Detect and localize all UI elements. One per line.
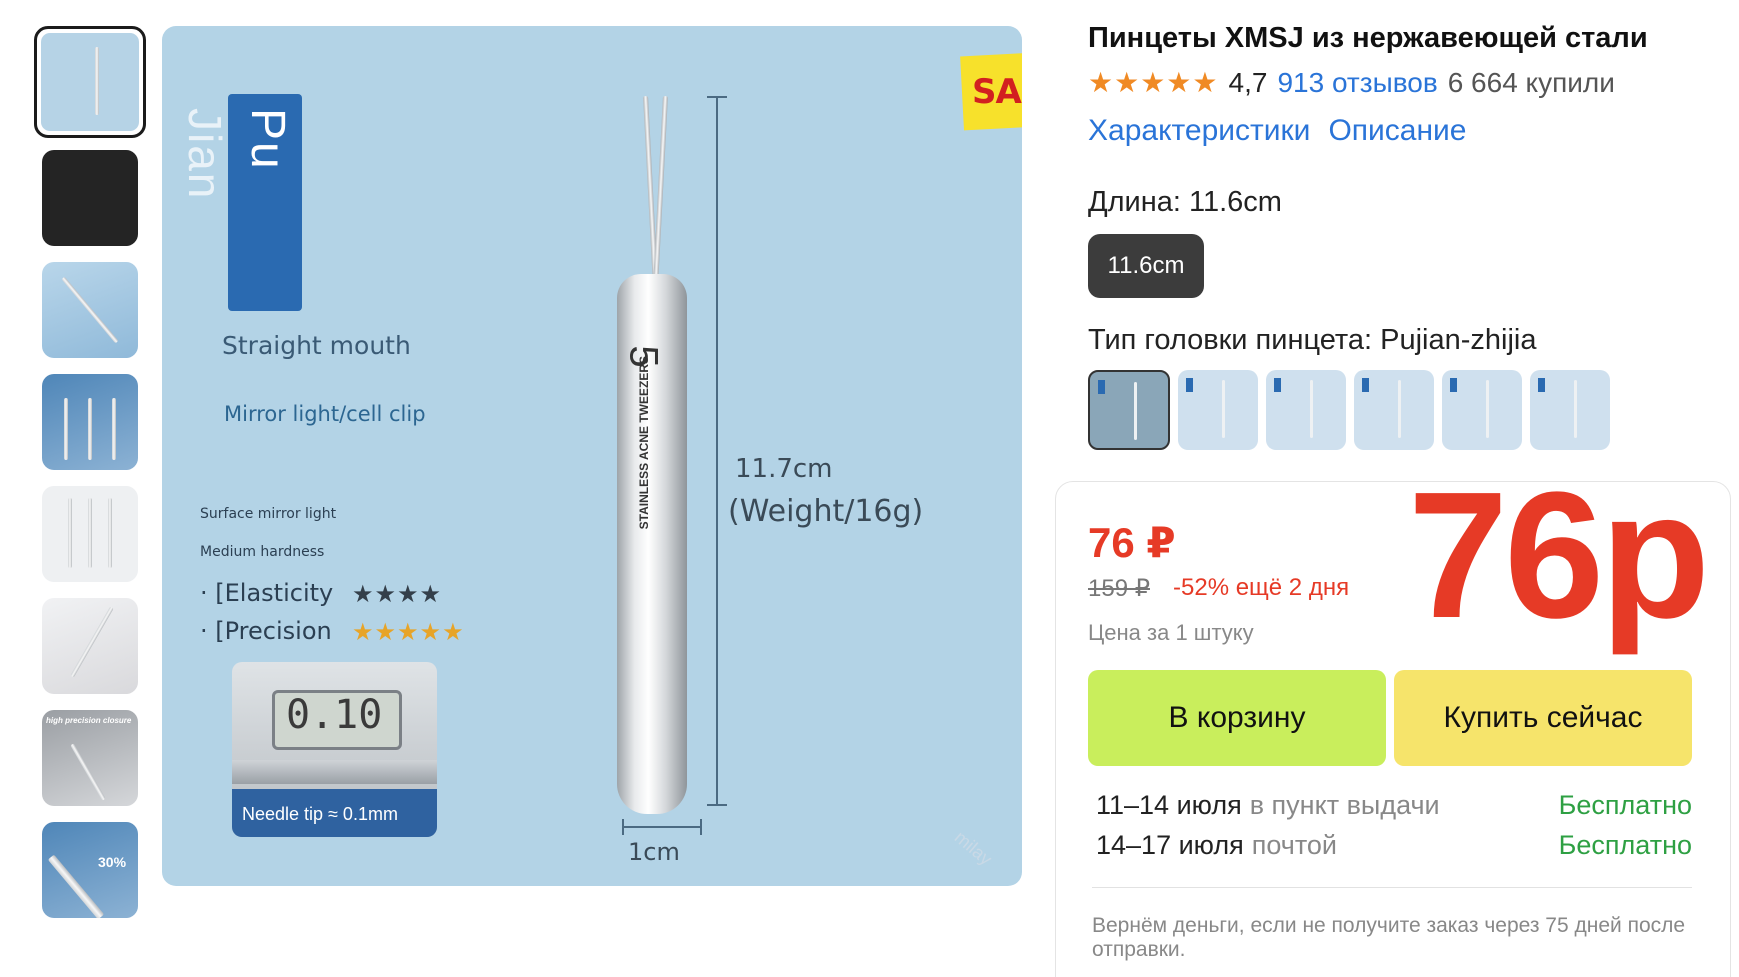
length-dimension: 11.7cm	[735, 454, 833, 484]
length-label: Длина: 11.6cm	[1088, 186, 1282, 218]
price-card: 76 ₽ 159 ₽ -52% ещё 2 дня Цена за 1 штук…	[1055, 466, 1731, 977]
needle-tip-caption: Needle tip ≈ 0.1mm	[242, 804, 398, 824]
thumbnail-caption: 30%	[98, 854, 127, 870]
variant-option[interactable]	[1088, 370, 1170, 450]
tweezer-engraving: STAINLESS ACNE TWEEZERS	[637, 356, 651, 530]
thumbnail-list: high precision closure 30%	[34, 26, 146, 934]
width-cap	[700, 819, 702, 835]
thumbnail-image	[41, 33, 139, 131]
brand-text-secondary: Jian	[179, 108, 231, 201]
thumbnail-image	[42, 150, 138, 246]
reviews-link[interactable]: 913 отзывов	[1277, 67, 1437, 99]
refund-note: Вернём деньги, если не получите заказ че…	[1092, 914, 1686, 962]
feature-text: Mirror light/cell clip	[224, 402, 426, 426]
divider	[1092, 887, 1692, 888]
width-line	[622, 826, 702, 828]
elasticity-stars: ★★★★	[352, 581, 443, 608]
discount-label: -52% ещё 2 дня	[1173, 574, 1350, 601]
tab-description[interactable]: Описание	[1328, 114, 1466, 148]
current-price: 76 ₽	[1088, 519, 1176, 566]
thumbnail-4[interactable]	[42, 374, 138, 470]
product-page: high precision closure 30% Pu Jian Strai…	[0, 0, 1739, 977]
feature-text: Surface mirror light	[200, 506, 337, 522]
thumbnail-image	[42, 598, 138, 694]
variant-option[interactable]	[1354, 370, 1434, 450]
feature-text: Medium hardness	[200, 544, 325, 560]
big-price-overlay: 76р	[1408, 455, 1710, 656]
thumbnail-image	[42, 374, 138, 470]
tweezer-tip	[653, 95, 668, 287]
variant-option[interactable]	[1530, 370, 1610, 450]
variant-option[interactable]	[1266, 370, 1346, 450]
caliper-reading: 0.10	[286, 692, 383, 738]
length-option[interactable]: 11.6cm	[1088, 234, 1204, 298]
product-tabs: Характеристики Описание	[1088, 114, 1466, 148]
dimension-cap	[707, 804, 727, 806]
caliper-bar	[232, 760, 437, 784]
watermark: milay	[950, 826, 996, 870]
main-product-image[interactable]: Pu Jian Straight mouth Mirror light/cell…	[162, 26, 1022, 886]
thumbnail-6[interactable]	[42, 598, 138, 694]
thumbnail-5[interactable]	[42, 486, 138, 582]
add-to-cart-button[interactable]: В корзину	[1088, 670, 1386, 766]
old-price: 159 ₽	[1088, 575, 1150, 602]
thumbnail-8[interactable]: 30%	[42, 822, 138, 918]
rating-row: ★★★★★ 4,7 913 отзывов 6 664 купили	[1088, 66, 1615, 99]
delivery-method: в пункт выдачи	[1249, 790, 1440, 820]
thumbnail-7[interactable]: high precision closure	[42, 710, 138, 806]
rating-stars-icon: ★★★★★	[1088, 67, 1219, 98]
buy-now-button[interactable]: Купить сейчас	[1394, 670, 1692, 766]
weight-label: (Weight/16g)	[728, 494, 924, 529]
tab-characteristics[interactable]: Характеристики	[1088, 114, 1310, 148]
delivery-method: почтой	[1251, 830, 1337, 860]
variant-option[interactable]	[1178, 370, 1258, 450]
delivery-date: 14–17 июля	[1096, 830, 1244, 860]
feature-text: Straight mouth	[222, 331, 411, 360]
head-type-label: Тип головки пинцета: Pujian-zhijia	[1088, 324, 1537, 356]
delivery-date: 11–14 июля	[1096, 790, 1242, 820]
rating-value: 4,7	[1228, 66, 1268, 98]
dimension-line	[716, 96, 718, 806]
thumbnail-3[interactable]	[42, 262, 138, 358]
caliper-inset: 0.10 Needle tip ≈ 0.1mm	[232, 662, 437, 837]
feature-text: · [Precision	[200, 617, 332, 645]
delivery-cost: Бесплатно	[1558, 790, 1692, 820]
bought-count: 6 664 купили	[1447, 66, 1615, 98]
head-type-variants	[1088, 370, 1610, 450]
thumbnail-image	[42, 486, 138, 582]
delivery-cost: Бесплатно	[1558, 830, 1692, 860]
thumbnail-image	[42, 262, 138, 358]
per-unit-label: Цена за 1 штуку	[1088, 620, 1254, 645]
variant-option[interactable]	[1442, 370, 1522, 450]
thumbnail-image: 30%	[42, 822, 138, 918]
delivery-row: 11–14 июля в пункт выдачи Бесплатно	[1096, 790, 1692, 821]
precision-stars: ★★★★★	[352, 619, 465, 646]
thumbnail-image: high precision closure	[42, 710, 138, 806]
brand-text: Pu	[241, 108, 294, 171]
thumbnail-caption: high precision closure	[46, 716, 132, 725]
width-cap	[622, 819, 624, 835]
delivery-row: 14–17 июля почтой Бесплатно	[1096, 830, 1692, 861]
dimension-cap	[707, 96, 727, 98]
thumbnail-2[interactable]	[42, 150, 138, 246]
product-title: Пинцеты XMSJ из нержавеющей стали	[1088, 22, 1648, 54]
sale-tag-text: SALE	[972, 72, 1022, 112]
feature-text: · [Elasticity	[200, 579, 334, 607]
thumbnail-1[interactable]	[34, 26, 146, 138]
width-dimension: 1cm	[628, 838, 680, 866]
